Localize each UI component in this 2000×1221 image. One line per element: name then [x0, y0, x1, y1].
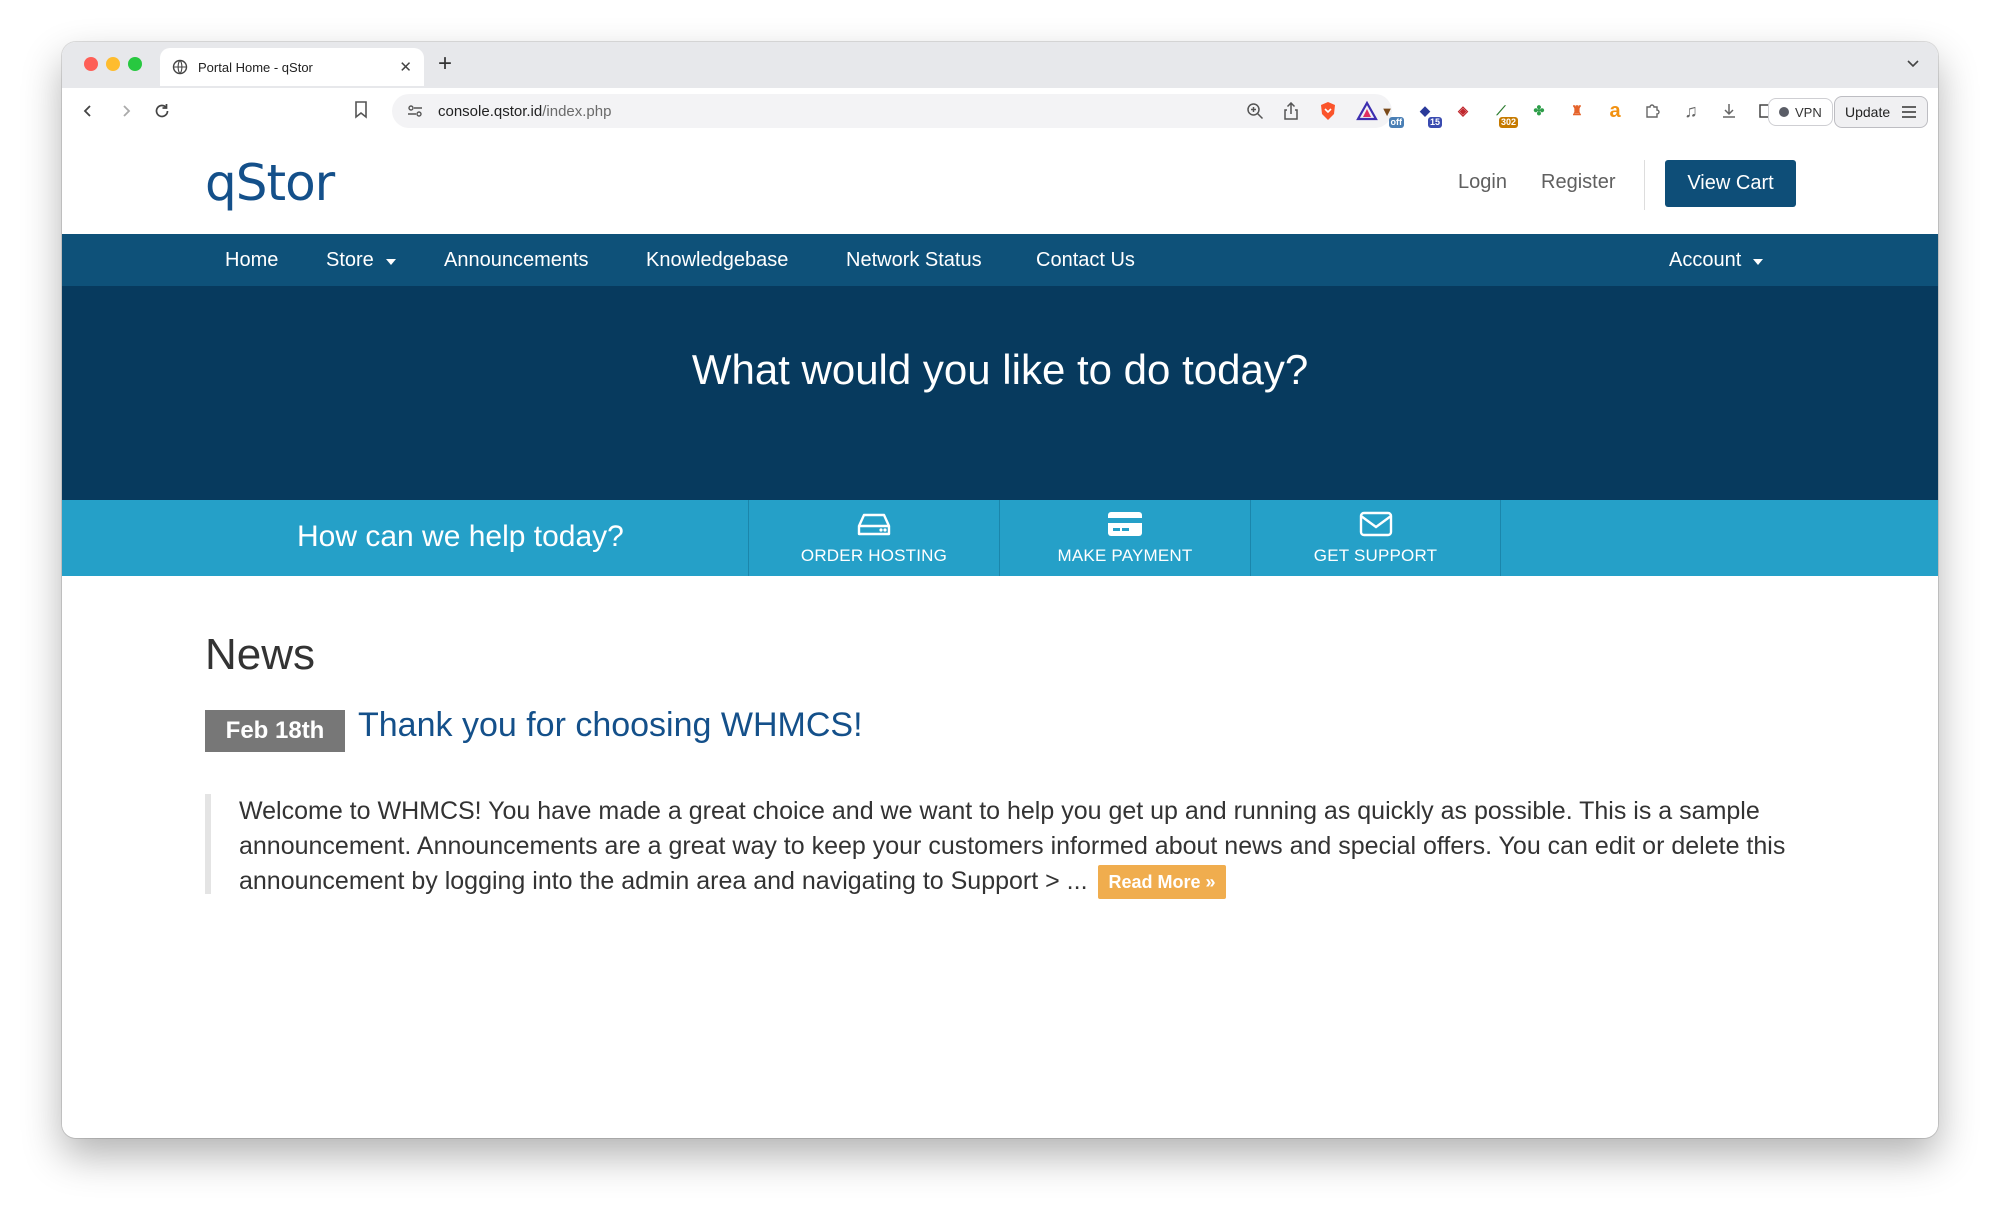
extensions-area: ▼ off ◆ 15 ◈ ⟋ 302 ✤ ♜ a ♫: [1376, 96, 1778, 128]
tab-strip: Portal Home - qStor ✕ +: [62, 42, 1938, 88]
caret-down-icon: [1753, 258, 1764, 265]
nav-announcements[interactable]: Announcements: [444, 249, 589, 272]
vpn-button[interactable]: VPN: [1768, 98, 1833, 126]
nav-account[interactable]: Account: [1669, 249, 1764, 272]
nav-network-status[interactable]: Network Status: [846, 249, 982, 272]
login-link[interactable]: Login: [1458, 171, 1507, 194]
url-host: console.qstor.id: [438, 102, 543, 120]
download-arrow-icon: [1723, 104, 1735, 118]
order-hosting-button[interactable]: ORDER HOSTING: [748, 500, 999, 576]
chess-extension-icon[interactable]: ♜: [1566, 100, 1588, 122]
url-text: console.qstor.id/index.php: [438, 103, 1246, 120]
update-menu-button[interactable]: Update: [1834, 96, 1928, 128]
puzzle-extension-icon[interactable]: [1642, 100, 1664, 122]
zoom-icon[interactable]: [1246, 102, 1264, 120]
reload-icon: [155, 104, 169, 118]
read-more-button[interactable]: Read More »: [1098, 865, 1226, 900]
brave-shield-icon[interactable]: [1318, 101, 1338, 121]
web-page: qStor Login Register View Cart Home Stor…: [62, 134, 1938, 1138]
news-item-excerpt: Welcome to WHMCS! You have made a great …: [205, 794, 1835, 900]
nav-announcements-label: Announcements: [444, 249, 589, 271]
nav-knowledgebase[interactable]: Knowledgebase: [646, 249, 788, 272]
graduation-extension-icon[interactable]: ◆ 15: [1414, 100, 1442, 128]
share-icon[interactable]: [1282, 102, 1300, 120]
reload-button[interactable]: [150, 99, 174, 123]
vpn-label: VPN: [1795, 104, 1822, 120]
browser-tab-active[interactable]: Portal Home - qStor ✕: [160, 48, 424, 86]
close-window-button[interactable]: [84, 57, 98, 71]
download-icon[interactable]: [1718, 100, 1740, 122]
close-tab-icon[interactable]: ✕: [399, 58, 412, 76]
news-item-title-link[interactable]: Thank you for choosing WHMCS!: [358, 706, 863, 745]
credit-card-icon: [1108, 512, 1142, 536]
hero-banner: What would you like to do today?: [62, 286, 1938, 500]
site-settings-icon[interactable]: [406, 102, 424, 120]
view-cart-button[interactable]: View Cart: [1665, 160, 1796, 207]
extension-badge: 302: [1498, 117, 1518, 128]
site-header: qStor Login Register View Cart: [62, 134, 1938, 234]
browser-chrome: Portal Home - qStor ✕ + console.qstor.id…: [62, 42, 1938, 134]
make-payment-label: MAKE PAYMENT: [1057, 546, 1193, 565]
make-payment-button[interactable]: MAKE PAYMENT: [999, 500, 1250, 576]
minimize-window-button[interactable]: [106, 57, 120, 71]
header-divider: [1644, 160, 1645, 210]
redirect-extension-icon[interactable]: ⟋ 302: [1490, 100, 1518, 128]
diamond-extension-icon[interactable]: ◈: [1452, 100, 1474, 122]
back-arrow-icon: [83, 105, 91, 117]
nav-account-label: Account: [1669, 249, 1742, 271]
forward-arrow-icon: [123, 105, 131, 117]
globe-icon: [172, 59, 188, 75]
envelope-icon: [1359, 511, 1392, 537]
nav-network-status-label: Network Status: [846, 249, 982, 271]
forward-button[interactable]: [114, 99, 138, 123]
get-support-label: GET SUPPORT: [1313, 546, 1438, 565]
nav-knowledgebase-label: Knowledgebase: [646, 249, 789, 271]
url-path: /index.php: [542, 102, 612, 120]
nav-home-label: Home: [225, 249, 279, 271]
chevron-down-icon[interactable]: [1906, 56, 1920, 70]
nav-contact-us-label: Contact Us: [1036, 249, 1135, 271]
extension-badge: off: [1388, 117, 1404, 128]
extension-badge: 15: [1427, 117, 1442, 128]
hero-title: What would you like to do today?: [691, 346, 1309, 393]
news-heading: News: [205, 630, 316, 679]
maximize-window-button[interactable]: [128, 57, 142, 71]
caret-down-icon: [385, 258, 396, 265]
browser-window: Portal Home - qStor ✕ + console.qstor.id…: [62, 42, 1938, 1138]
music-extension-icon[interactable]: ♫: [1680, 100, 1702, 122]
brave-rewards-icon[interactable]: [1356, 101, 1378, 121]
nav-contact-us[interactable]: Contact Us: [1036, 249, 1135, 272]
news-item-body: Welcome to WHMCS! You have made a great …: [239, 797, 1786, 895]
bookmark-icon[interactable]: [353, 100, 369, 120]
main-navigation: Home Store Announcements Knowledgebase N…: [62, 234, 1938, 286]
back-button[interactable]: [76, 99, 100, 123]
nav-store-label: Store: [326, 249, 374, 271]
vpn-status-icon: [1779, 107, 1789, 117]
server-icon: [857, 513, 891, 536]
new-tab-button[interactable]: +: [438, 50, 452, 78]
nav-store[interactable]: Store: [326, 249, 396, 272]
clover-extension-icon[interactable]: ✤: [1528, 100, 1550, 122]
help-text: How can we help today?: [297, 520, 624, 553]
help-bar: How can we help today? ORDER HOSTING MAK…: [62, 500, 1938, 576]
site-logo[interactable]: qStor: [205, 154, 335, 212]
news-date-badge: Feb 18th: [205, 710, 345, 752]
get-support-button[interactable]: GET SUPPORT: [1250, 500, 1501, 576]
puzzle-icon: [1646, 104, 1660, 118]
amazon-extension-icon[interactable]: a: [1604, 100, 1626, 122]
update-label: Update: [1845, 104, 1891, 120]
order-hosting-label: ORDER HOSTING: [800, 546, 948, 565]
nav-home[interactable]: Home: [225, 249, 278, 272]
browser-toolbar: console.qstor.id/index.php ▼ off ◆ 15 ◈ ⟋ 3…: [62, 88, 1938, 134]
hamburger-menu-icon: [1902, 106, 1916, 118]
tab-title: Portal Home - qStor: [198, 59, 313, 75]
register-link[interactable]: Register: [1541, 171, 1615, 194]
address-bar[interactable]: console.qstor.id/index.php: [392, 94, 1392, 128]
off-extension-icon[interactable]: ▼ off: [1376, 100, 1404, 128]
